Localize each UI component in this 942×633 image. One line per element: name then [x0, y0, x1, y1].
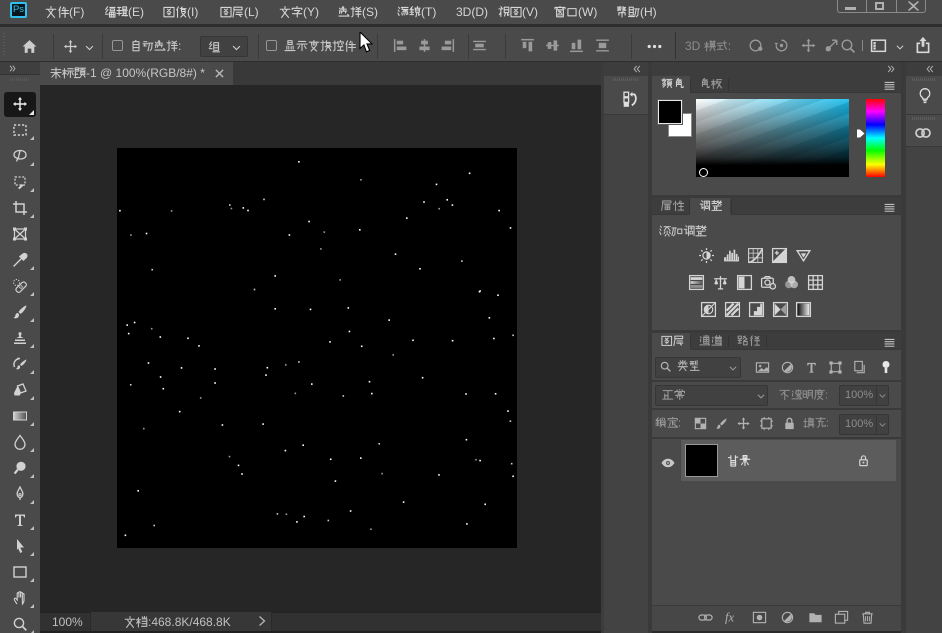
svg-text:fx: fx	[725, 611, 735, 625]
